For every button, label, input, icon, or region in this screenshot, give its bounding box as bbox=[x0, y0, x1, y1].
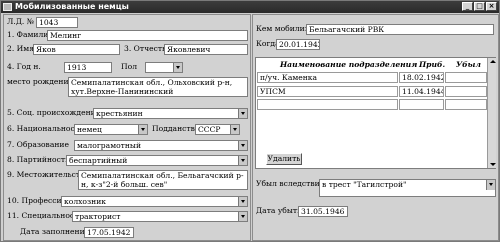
profession-value: колхозник bbox=[64, 197, 107, 206]
departed-reason-field[interactable]: в трест "Тагилстрой" bbox=[319, 179, 496, 197]
column-header-left: Убыл bbox=[456, 60, 481, 69]
mobilization-panel: Кем мобилизован Бельагачский РВК Когда 2… bbox=[252, 14, 499, 241]
column-header-unit: Наименование подразделения bbox=[280, 60, 418, 69]
social-origin-value: крестьянин bbox=[96, 109, 143, 118]
birth-year-label: 4. Год н. bbox=[7, 62, 41, 71]
residence-field[interactable]: Семипалатинская обл., Бельагачский р-н, … bbox=[78, 170, 248, 190]
delete-row-button[interactable]: Удалить bbox=[266, 153, 302, 165]
residence-label: 9. Местожительство bbox=[7, 170, 89, 179]
unit-name-cell[interactable]: УПСМ bbox=[257, 86, 398, 97]
chevron-down-icon[interactable] bbox=[173, 63, 182, 72]
maximize-icon[interactable]: □ bbox=[474, 2, 485, 11]
education-label: 7. Образование bbox=[7, 140, 69, 149]
profession-select[interactable]: колхозник bbox=[61, 196, 248, 207]
column-header-arrived: Приб. bbox=[419, 60, 446, 69]
new-row-cell[interactable] bbox=[257, 99, 398, 110]
citizenship-label: Подданство bbox=[152, 124, 200, 133]
departed-reason-value: в трест "Тагилстрой" bbox=[322, 180, 407, 189]
new-row-cell[interactable] bbox=[445, 99, 487, 110]
name-label: 2. Имя bbox=[7, 44, 34, 53]
education-value: малограмотный bbox=[77, 141, 142, 150]
specialty-value: тракторист bbox=[75, 212, 121, 221]
chevron-down-icon[interactable] bbox=[486, 180, 495, 190]
party-select[interactable]: беспартийный bbox=[66, 155, 248, 166]
sex-select[interactable] bbox=[145, 62, 183, 73]
mobilized-by-field[interactable]: Бельагачский РВК bbox=[306, 24, 494, 35]
scroll-up-icon[interactable] bbox=[488, 58, 496, 67]
fill-date-field[interactable]: 17.05.1942 bbox=[84, 227, 134, 238]
subform-scrollbar[interactable] bbox=[487, 58, 496, 168]
citizenship-select[interactable]: СССР bbox=[195, 124, 240, 135]
unit-left-cell[interactable] bbox=[445, 86, 487, 97]
chevron-down-icon[interactable] bbox=[138, 125, 147, 134]
sex-label: Пол bbox=[121, 62, 138, 71]
close-icon[interactable]: × bbox=[486, 2, 497, 11]
nationality-select[interactable]: немец bbox=[74, 124, 148, 135]
fill-date-label: Дата заполнения bbox=[20, 227, 90, 236]
scroll-down-icon[interactable] bbox=[488, 159, 496, 168]
title-bar: Мобилизованные немцы _ □ × bbox=[1, 1, 499, 13]
app-window: Мобилизованные немцы _ □ × Л.Д. № 1043 1… bbox=[0, 0, 500, 242]
social-origin-label: 5. Соц. происхождение bbox=[7, 108, 101, 117]
chevron-down-icon[interactable] bbox=[230, 125, 239, 134]
chevron-down-icon[interactable] bbox=[238, 156, 247, 165]
education-select[interactable]: малограмотный bbox=[74, 140, 248, 151]
departed-reason-label: Убыл вследствие bbox=[256, 179, 325, 188]
chevron-down-icon[interactable] bbox=[238, 141, 247, 150]
nationality-label: 6. Национальность bbox=[7, 124, 84, 133]
specialty-select[interactable]: тракторист bbox=[72, 211, 248, 222]
departure-date-field[interactable]: 31.05.1946 bbox=[298, 206, 348, 217]
new-row-cell[interactable] bbox=[399, 99, 444, 110]
units-subform: Наименование подразделения Приб. Убыл п/… bbox=[255, 57, 496, 169]
form-icon bbox=[3, 3, 12, 11]
unit-left-cell[interactable] bbox=[445, 72, 487, 83]
party-label: 8. Партийность bbox=[7, 155, 70, 164]
name-field[interactable]: Яков bbox=[33, 44, 120, 55]
chevron-down-icon[interactable] bbox=[238, 197, 247, 206]
unit-arrived-cell[interactable]: 11.04.1944 bbox=[399, 86, 444, 97]
surname-field[interactable]: Мелинг bbox=[47, 30, 248, 41]
minimize-icon[interactable]: _ bbox=[462, 2, 473, 11]
patronymic-field[interactable]: Яковлевич bbox=[164, 44, 248, 55]
unit-name-cell[interactable]: п/уч. Каменка bbox=[257, 72, 398, 83]
ld-number-label: Л.Д. № bbox=[7, 17, 34, 26]
unit-arrived-cell[interactable]: 18.02.1942 bbox=[399, 72, 444, 83]
birth-year-field[interactable]: 1913 bbox=[64, 62, 112, 73]
personal-data-panel: Л.Д. № 1043 1. Фамилия Мелинг 2. Имя Яко… bbox=[3, 14, 251, 241]
birthplace-field[interactable]: Семипалатинская обл., Ольховский р-н, ху… bbox=[68, 77, 248, 97]
chevron-down-icon[interactable] bbox=[238, 212, 247, 221]
birthplace-label: место рождения bbox=[7, 77, 74, 86]
nationality-value: немец bbox=[77, 125, 102, 134]
citizenship-value: СССР bbox=[198, 125, 221, 134]
chevron-down-icon[interactable] bbox=[238, 109, 247, 118]
party-value: беспартийный bbox=[69, 156, 128, 165]
profession-label: 10. Профессия bbox=[7, 196, 67, 205]
window-title: Мобилизованные немцы bbox=[15, 2, 129, 11]
ld-number-field[interactable]: 1043 bbox=[36, 17, 78, 28]
mobilized-when-field[interactable]: 20.01.1942 bbox=[276, 39, 320, 50]
social-origin-select[interactable]: крестьянин bbox=[93, 108, 248, 119]
